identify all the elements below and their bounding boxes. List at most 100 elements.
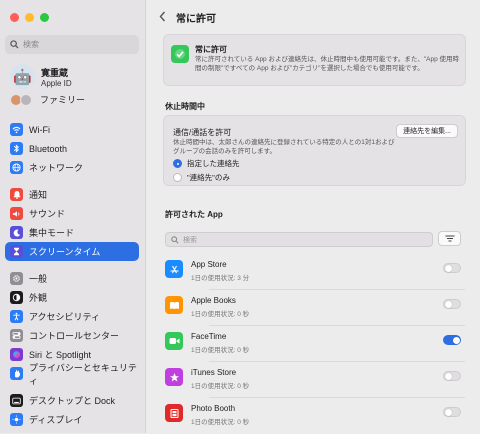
zoom-button[interactable] [40, 13, 49, 22]
app-row-itunes-store: iTunes Store 1日の使用状況: 0 秒 [165, 362, 465, 398]
dock-icon [10, 394, 23, 407]
sidebar-item-displays[interactable]: ディスプレイ [5, 410, 139, 429]
sidebar-item-label: デスクトップと Dock [29, 396, 116, 406]
sidebar-item-label: プライバシーとセキュリティ [29, 362, 137, 386]
app-search-input[interactable]: 検索 [165, 232, 433, 247]
app-usage: 1日の使用状況: 0 秒 [191, 311, 250, 318]
filter-icon [445, 235, 454, 242]
window-controls [10, 13, 49, 22]
radio-contacts-only[interactable]: "連絡先"のみ [173, 172, 230, 183]
facetime-icon [165, 332, 183, 350]
always-allowed-info-card: 常に許可 常に許可されている App および連絡先は、休止時間中も使用可能です。… [163, 34, 466, 86]
sidebar-item-focus[interactable]: 集中モード [5, 223, 139, 242]
sidebar-search-input[interactable]: 検索 [5, 35, 139, 54]
sidebar: 検索 🤖 寛重蔵 Apple ID ファミリー Wi-Fi Bluetooth … [0, 0, 146, 433]
family-label: ファミリー [40, 95, 86, 105]
sidebar-item-sound[interactable]: サウンド [5, 204, 139, 223]
speaker-icon [10, 207, 23, 220]
appearance-icon [10, 291, 23, 304]
sidebar-item-appearance[interactable]: 外観 [5, 288, 139, 307]
sidebar-item-general[interactable]: 一般 [5, 269, 139, 288]
app-usage: 1日の使用状況: 0 秒 [191, 383, 250, 390]
sidebar-item-label: ネットワーク [29, 163, 84, 173]
app-name: Photo Booth [191, 404, 236, 413]
radio-specific-contacts[interactable]: 指定した連絡先 [173, 158, 240, 169]
page-title: 常に許可 [176, 13, 216, 25]
search-icon [10, 40, 19, 49]
app-name: FaceTime [191, 332, 227, 341]
sidebar-item-label: Wi-Fi [29, 124, 50, 135]
hand-icon [10, 367, 23, 380]
sidebar-item-label: Bluetooth [29, 143, 68, 154]
communication-description: 休止時間中は、太郎さんの連絡先に登録されている特定の人との1対1およびグループの… [173, 139, 395, 155]
wifi-icon [10, 123, 23, 136]
moon-icon [10, 226, 23, 239]
photo-booth-icon [165, 404, 183, 422]
sidebar-item-label: Siri と Spotlight [29, 350, 92, 360]
books-icon [165, 296, 183, 314]
sidebar-item-desktop-dock[interactable]: デスクトップと Dock [5, 391, 139, 410]
app-row-photo-booth: Photo Booth 1日の使用状況: 0 秒 [165, 398, 465, 434]
info-title: 常に許可 [195, 45, 227, 54]
edit-contacts-button[interactable]: 連絡先を編集... [396, 124, 458, 138]
app-usage: 1日の使用状況: 3 分 [191, 275, 250, 282]
app-row-apple-books: Apple Books 1日の使用状況: 0 秒 [165, 290, 465, 326]
sidebar-item-label: コントロールセンター [29, 331, 120, 341]
sidebar-item-privacy-security[interactable]: プライバシーとセキュリティ [5, 363, 139, 386]
sidebar-item-accessibility[interactable]: アクセシビリティ [5, 307, 139, 326]
communication-title: 通信/通話を許可 [173, 128, 232, 137]
app-search-placeholder: 検索 [183, 236, 197, 244]
sidebar-item-label: 集中モード [29, 228, 75, 238]
globe-icon [10, 161, 23, 174]
siri-icon [10, 348, 23, 361]
app-usage: 1日の使用状況: 0 秒 [191, 419, 250, 426]
sidebar-item-label: ディスプレイ [29, 415, 83, 425]
sidebar-item-wifi[interactable]: Wi-Fi [5, 120, 139, 139]
user-subtitle: Apple ID [41, 78, 72, 88]
app-row-app-store: App Store 1日の使用状況: 3 分 [165, 254, 465, 290]
close-button[interactable] [10, 13, 19, 22]
sidebar-item-bluetooth[interactable]: Bluetooth [5, 139, 139, 158]
family-avatars-icon [10, 93, 32, 106]
back-chevron-icon[interactable] [159, 10, 166, 25]
app-toggle[interactable] [443, 407, 461, 417]
downtime-communication-card: 通信/通話を許可 休止時間中は、太郎さんの連絡先に登録されている特定の人との1対… [163, 115, 466, 186]
app-toggle[interactable] [443, 299, 461, 309]
sidebar-item-label: スクリーンタイム [29, 247, 101, 257]
minimize-button[interactable] [25, 13, 34, 22]
allowed-apps-section-title: 許可された App [165, 210, 223, 219]
user-name: 寛重蔵 [41, 67, 69, 78]
filter-button[interactable] [438, 231, 461, 246]
sidebar-item-screen-time[interactable]: スクリーンタイム [5, 242, 139, 261]
radio-selected-icon [173, 159, 182, 168]
search-icon [171, 235, 179, 244]
app-toggle[interactable] [443, 335, 461, 345]
downtime-section-title: 休止時間中 [165, 102, 205, 111]
settings-window: 検索 🤖 寛重蔵 Apple ID ファミリー Wi-Fi Bluetooth … [0, 0, 480, 433]
sidebar-item-notifications[interactable]: 通知 [5, 185, 139, 204]
apple-id-account[interactable]: 🤖 寛重蔵 Apple ID [10, 64, 72, 89]
sidebar-item-family[interactable]: ファミリー [10, 93, 85, 106]
app-name: iTunes Store [191, 368, 237, 377]
app-toggle[interactable] [443, 263, 461, 273]
app-toggle[interactable] [443, 371, 461, 381]
app-usage: 1日の使用状況: 0 秒 [191, 347, 250, 354]
main-pane: 常に許可 常に許可 常に許可されている App および連絡先は、休止時間中も使用… [147, 0, 480, 433]
info-description: 常に許可されている App および連絡先は、休止時間中も使用可能です。また、"A… [195, 56, 460, 72]
app-row-facetime: FaceTime 1日の使用状況: 0 秒 [165, 326, 465, 362]
hourglass-icon [10, 245, 23, 258]
radio-label: 指定した連絡先 [187, 159, 240, 168]
sidebar-item-label: 一般 [29, 274, 48, 284]
sidebar-item-label: 通知 [29, 190, 48, 200]
gear-icon [10, 272, 23, 285]
checkmark-shield-icon [171, 45, 189, 63]
sidebar-item-label: アクセシビリティ [29, 312, 101, 322]
sun-icon [10, 413, 23, 426]
radio-label: "連絡先"のみ [187, 173, 230, 182]
accessibility-icon [10, 310, 23, 323]
sidebar-item-network[interactable]: ネットワーク [5, 158, 139, 177]
sidebar-item-control-center[interactable]: コントロールセンター [5, 326, 139, 345]
sidebar-search-placeholder: 検索 [23, 40, 39, 49]
control-center-icon [10, 329, 23, 342]
toolbar: 常に許可 [147, 0, 480, 34]
